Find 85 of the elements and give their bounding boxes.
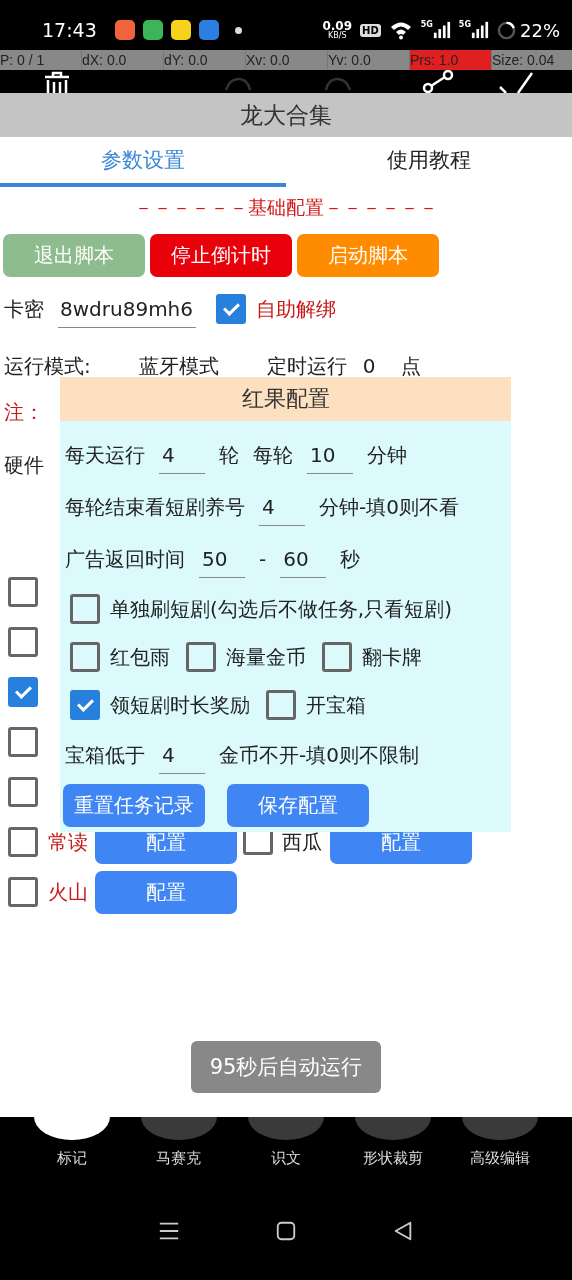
checkbox[interactable] [8, 627, 38, 657]
checkbox-label: 翻卡牌 [362, 643, 422, 671]
net-unit: KB/S [327, 32, 347, 40]
input-field[interactable]: 4 [159, 736, 205, 774]
input-field[interactable]: 60 [280, 540, 327, 578]
tool-label[interactable]: 标记 [56, 1149, 87, 1168]
field-label: - [259, 547, 267, 571]
checkbox[interactable] [186, 642, 216, 672]
checkbox[interactable] [8, 777, 38, 807]
note-text: 注： [4, 399, 44, 426]
pointer-stat: P: 0 / 1 [0, 50, 82, 70]
action-button[interactable]: 停止倒计时 [150, 234, 292, 277]
field-label: 分钟 [367, 441, 407, 469]
tool-label[interactable]: 识文 [270, 1149, 301, 1168]
field-label: 秒 [340, 545, 361, 573]
checkbox[interactable] [70, 594, 100, 624]
field-label: 宝箱低于 [65, 741, 145, 769]
card-key-field[interactable]: 8wdru89mh6 [58, 290, 196, 328]
timer-unit: 点 [401, 352, 422, 380]
battery-icon [497, 20, 516, 40]
run-mode-value[interactable]: 蓝牙模式 [138, 352, 219, 380]
input-field[interactable]: 10 [307, 436, 353, 474]
check-icon[interactable] [496, 70, 536, 93]
checkbox-label: 自助解绑 [256, 295, 336, 323]
signal-icon [432, 20, 451, 40]
network-type: 5G [420, 20, 433, 29]
hardware-label: 硬件 [4, 451, 44, 479]
checkbox-label: 单独刷短剧(勾选后不做任务,只看短剧) [110, 595, 452, 623]
dot-icon [234, 26, 242, 34]
dialog-button[interactable]: 保存配置 [227, 783, 369, 827]
card-key-label: 卡密 [4, 295, 44, 323]
checkbox-label: 海量金币 [226, 643, 306, 671]
section-heading: －－－－－－基础配置－－－－－－ [133, 195, 439, 220]
field-label: 轮 [219, 441, 239, 469]
checkbox[interactable] [8, 827, 38, 857]
field-label: 每轮 [253, 441, 293, 469]
checkbox[interactable] [70, 642, 100, 672]
hd-badge: HD [360, 23, 381, 37]
checkbox[interactable] [70, 690, 100, 720]
app-label: 常读 [48, 828, 89, 856]
checkbox[interactable] [266, 690, 296, 720]
net-speed: 0.09 [322, 20, 353, 32]
app-label: 西瓜 [282, 828, 323, 856]
menu-icon[interactable] [157, 1220, 180, 1242]
window-title: 龙大合集 [0, 93, 572, 137]
checkbox-label: 红包雨 [110, 643, 170, 671]
timer-field[interactable]: 0 [362, 354, 376, 378]
field-label: 每轮结束看短剧养号 [65, 493, 245, 521]
timer-label: 定时运行 [266, 352, 347, 380]
battery-level: 22% [520, 19, 560, 41]
dialog-button[interactable]: 重置任务记录 [63, 783, 205, 827]
checkbox[interactable] [8, 877, 38, 907]
tool-label[interactable]: 形状裁剪 [362, 1149, 423, 1168]
checkbox-label: 领短剧时长奖励 [110, 691, 250, 719]
tab[interactable]: 使用教程 [286, 137, 572, 187]
app-label: 火山 [48, 878, 89, 906]
field-label: 广告返回时间 [65, 545, 185, 573]
input-field[interactable]: 4 [259, 488, 305, 526]
checkbox[interactable] [216, 294, 246, 324]
field-label: 分钟-填0则不看 [319, 493, 459, 521]
dialog-title: 红果配置 [60, 377, 511, 421]
tab[interactable]: 参数设置 [0, 137, 286, 187]
checkbox-label: 开宝箱 [306, 691, 366, 719]
config-button[interactable]: 配置 [95, 870, 237, 914]
checkbox[interactable] [8, 577, 38, 607]
network-type: 5G [458, 20, 471, 29]
clock: 17:43 [42, 19, 97, 41]
field-label: 金币不开-填0则不限制 [219, 741, 419, 769]
pointer-stat: dY: 0.0 [164, 50, 246, 70]
run-mode-label: 运行模式: [4, 352, 91, 380]
input-field[interactable]: 50 [199, 540, 245, 578]
pointer-stat: Xv: 0.0 [246, 50, 328, 70]
pointer-stat: Size: 0.04 [492, 51, 556, 70]
checkbox[interactable] [8, 677, 38, 707]
pointer-stat: dX: 0.0 [82, 50, 164, 70]
tool-label[interactable]: 高级编辑 [469, 1149, 530, 1168]
input-field[interactable]: 4 [159, 436, 205, 474]
home-icon[interactable] [275, 1220, 297, 1242]
signal-icon [471, 20, 489, 40]
tool-label[interactable]: 马赛克 [156, 1149, 201, 1168]
pointer-stat: Prs: 1.0 [410, 50, 492, 70]
field-label: 每天运行 [65, 441, 145, 469]
checkbox[interactable] [8, 727, 38, 757]
checkbox[interactable] [322, 642, 352, 672]
toast: 95秒后自动运行 [191, 1041, 381, 1093]
